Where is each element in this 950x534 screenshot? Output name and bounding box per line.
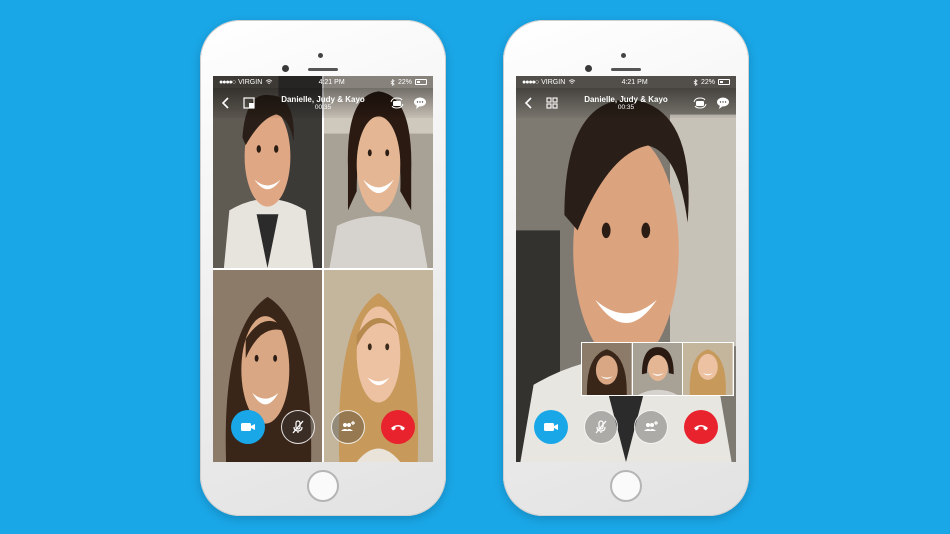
video-grid [213, 76, 433, 462]
call-title: Danielle, Judy & Kayo [281, 94, 365, 104]
back-arrow-icon[interactable] [219, 96, 233, 110]
bluetooth-icon [390, 78, 395, 86]
call-timer: 00:35 [617, 103, 635, 111]
end-call-icon [391, 425, 405, 431]
phone-right: ●●●●○ VIRGIN 4:21 PM 22% Danielle, Judy … [503, 20, 749, 516]
mute-button[interactable] [281, 410, 315, 444]
add-people-icon [644, 421, 658, 431]
single-view-icon[interactable] [242, 96, 256, 110]
earpiece-speaker [611, 68, 641, 71]
participant-video [582, 343, 632, 395]
main-speaker-video[interactable] [516, 76, 736, 462]
home-button[interactable] [610, 470, 642, 502]
video-camera-icon [241, 423, 255, 431]
signal-strength-icon: ●●●●○ [522, 78, 539, 86]
call-title-block: Danielle, Judy & Kayo 00:35 [584, 95, 668, 112]
call-screen-speaker: ●●●●○ VIRGIN 4:21 PM 22% Danielle, Judy … [516, 76, 736, 462]
thumbnail-2[interactable] [632, 343, 683, 395]
battery-icon [717, 79, 730, 85]
video-toggle-button[interactable] [534, 410, 568, 444]
add-people-button[interactable] [331, 410, 365, 444]
proximity-sensor [621, 53, 626, 58]
signal-strength-icon: ●●●●○ [219, 78, 236, 86]
participant-thumbnails [581, 342, 734, 396]
phone-left: ●●●●○ VIRGIN 4:21 PM 22% Danielle, Judy … [200, 20, 446, 516]
end-call-button[interactable] [381, 410, 415, 444]
thumbnail-1[interactable] [582, 343, 632, 395]
carrier-label: VIRGIN [238, 78, 263, 86]
status-time: 4:21 PM [318, 78, 345, 86]
front-camera [585, 65, 592, 72]
participant-video [632, 343, 683, 395]
end-call-icon [694, 425, 708, 431]
battery-percent: 22% [397, 78, 412, 86]
chat-icon[interactable] [413, 96, 427, 110]
switch-camera-icon[interactable] [390, 96, 404, 110]
end-call-button[interactable] [684, 410, 718, 444]
status-bar: ●●●●○ VIRGIN 4:21 PM 22% [516, 76, 736, 88]
mute-button[interactable] [584, 410, 618, 444]
video-camera-icon [544, 423, 558, 431]
participant-video [683, 343, 734, 395]
grid-view-icon[interactable] [545, 96, 559, 110]
call-controls [213, 410, 433, 444]
chat-icon[interactable] [716, 96, 730, 110]
call-title-block: Danielle, Judy & Kayo 00:35 [281, 95, 365, 112]
add-people-button[interactable] [634, 410, 668, 444]
thumbnail-3[interactable] [683, 343, 734, 395]
carrier-label: VIRGIN [541, 78, 566, 86]
status-bar: ●●●●○ VIRGIN 4:21 PM 22% [213, 76, 433, 88]
front-camera [282, 65, 289, 72]
mute-mic-icon [292, 420, 304, 434]
bluetooth-icon [693, 78, 698, 86]
call-title: Danielle, Judy & Kayo [584, 94, 668, 104]
wifi-icon [569, 79, 576, 84]
battery-icon [414, 79, 427, 85]
video-toggle-button[interactable] [231, 410, 265, 444]
status-time: 4:21 PM [621, 78, 648, 86]
call-controls [516, 410, 736, 444]
battery-percent: 22% [700, 78, 715, 86]
home-button[interactable] [307, 470, 339, 502]
earpiece-speaker [308, 68, 338, 71]
proximity-sensor [318, 53, 323, 58]
switch-camera-icon[interactable] [693, 96, 707, 110]
call-header: Danielle, Judy & Kayo 00:35 [213, 88, 433, 118]
wifi-icon [266, 79, 273, 84]
call-timer: 00:35 [314, 103, 332, 111]
add-people-icon [341, 421, 355, 431]
mute-mic-icon [595, 420, 607, 434]
call-screen-grid: ●●●●○ VIRGIN 4:21 PM 22% Danielle, Judy … [213, 76, 433, 462]
call-header: Danielle, Judy & Kayo 00:35 [516, 88, 736, 118]
back-arrow-icon[interactable] [522, 96, 536, 110]
